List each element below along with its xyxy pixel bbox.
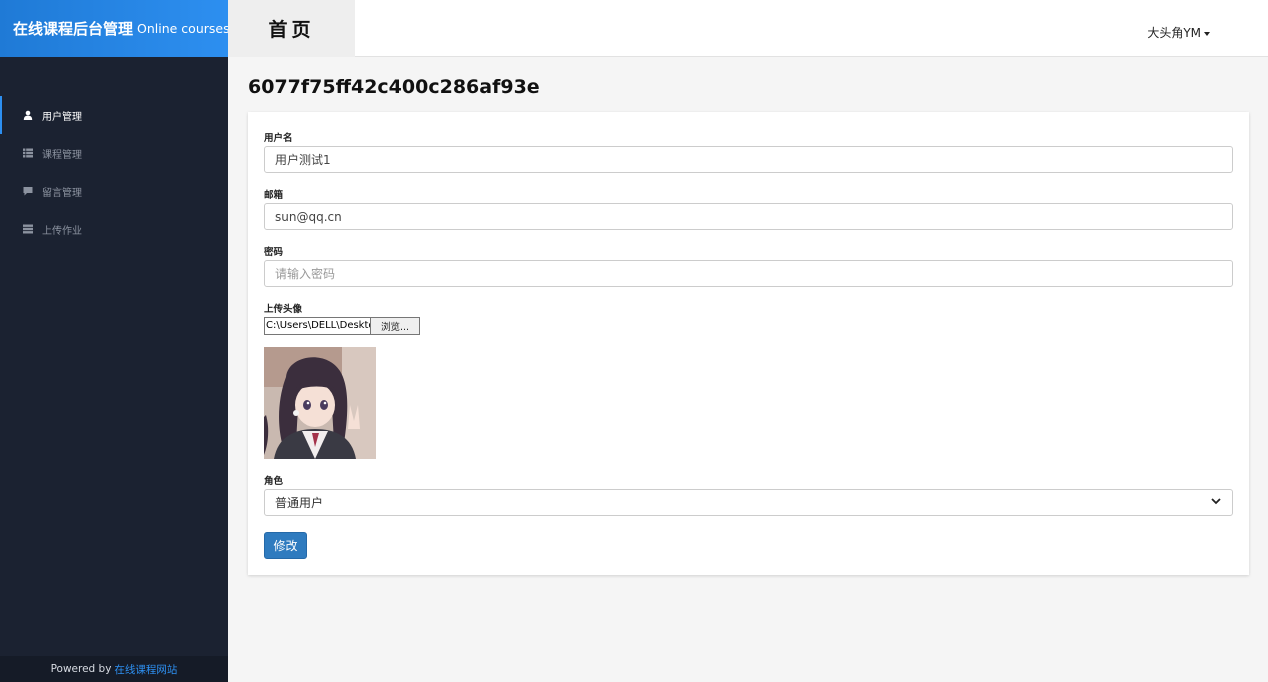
avatar-preview — [264, 347, 376, 459]
sidebar-item-label: 上传作业 — [42, 225, 82, 237]
avatar-file-input[interactable]: C:\Users\DELL\Desktop 浏览... — [264, 317, 420, 335]
password-label: 密码 — [264, 247, 284, 258]
sidebar-item-homework[interactable]: 上传作业 — [0, 210, 228, 248]
page-title: 6077f75ff42c400c286af93e — [248, 76, 540, 98]
username-label: 用户名 — [264, 133, 293, 144]
sidebar-item-label: 用户管理 — [42, 111, 82, 123]
browse-button[interactable]: 浏览... — [370, 317, 420, 335]
password-input[interactable] — [264, 260, 1233, 287]
user-name: 大头角YM — [1147, 26, 1201, 40]
email-input[interactable] — [264, 203, 1233, 230]
sidebar-footer: Powered by 在线课程网站 — [0, 656, 228, 682]
header: 首页 大头角YM — [228, 0, 1268, 57]
brand[interactable]: 在线课程后台管理 Online courses — [0, 0, 230, 57]
brand-title: 在线课程后台管理 — [13, 20, 134, 38]
caret-down-icon — [1204, 31, 1210, 36]
sidebar-item-courses[interactable]: 课程管理 — [0, 134, 228, 172]
tab-home[interactable]: 首页 — [228, 0, 355, 57]
list-icon — [22, 147, 34, 159]
sidebar-menu: 用户管理 课程管理 留言管理 上传作业 — [0, 96, 228, 248]
user-edit-form: 用户名 邮箱 密码 上传头像 C:\Users\DELL\Desktop 浏览.… — [248, 112, 1249, 575]
footer-text: Powered by — [50, 663, 112, 675]
chevron-down-icon — [1210, 495, 1222, 510]
role-select[interactable]: 普通用户 — [264, 489, 1233, 516]
sidebar-item-label: 课程管理 — [42, 149, 82, 161]
email-label: 邮箱 — [264, 190, 284, 201]
role-select-value: 普通用户 — [275, 496, 324, 510]
submit-button[interactable]: 修改 — [264, 532, 307, 559]
brand-subtitle: Online courses — [137, 21, 230, 36]
username-input[interactable] — [264, 146, 1233, 173]
comment-icon — [22, 185, 34, 197]
role-label: 角色 — [264, 476, 284, 487]
file-path-text: C:\Users\DELL\Desktop — [264, 317, 370, 335]
sidebar-item-label: 留言管理 — [42, 187, 82, 199]
user-menu[interactable]: 大头角YM — [1147, 24, 1210, 41]
avatar-label: 上传头像 — [264, 304, 303, 315]
stack-icon — [22, 223, 34, 235]
sidebar: 在线课程后台管理 Online courses 用户管理 课程管理 留言管理 上… — [0, 0, 230, 682]
footer-link[interactable]: 在线课程网站 — [114, 662, 177, 677]
sidebar-item-users[interactable]: 用户管理 — [0, 96, 228, 134]
user-icon — [22, 109, 34, 121]
sidebar-item-messages[interactable]: 留言管理 — [0, 172, 228, 210]
